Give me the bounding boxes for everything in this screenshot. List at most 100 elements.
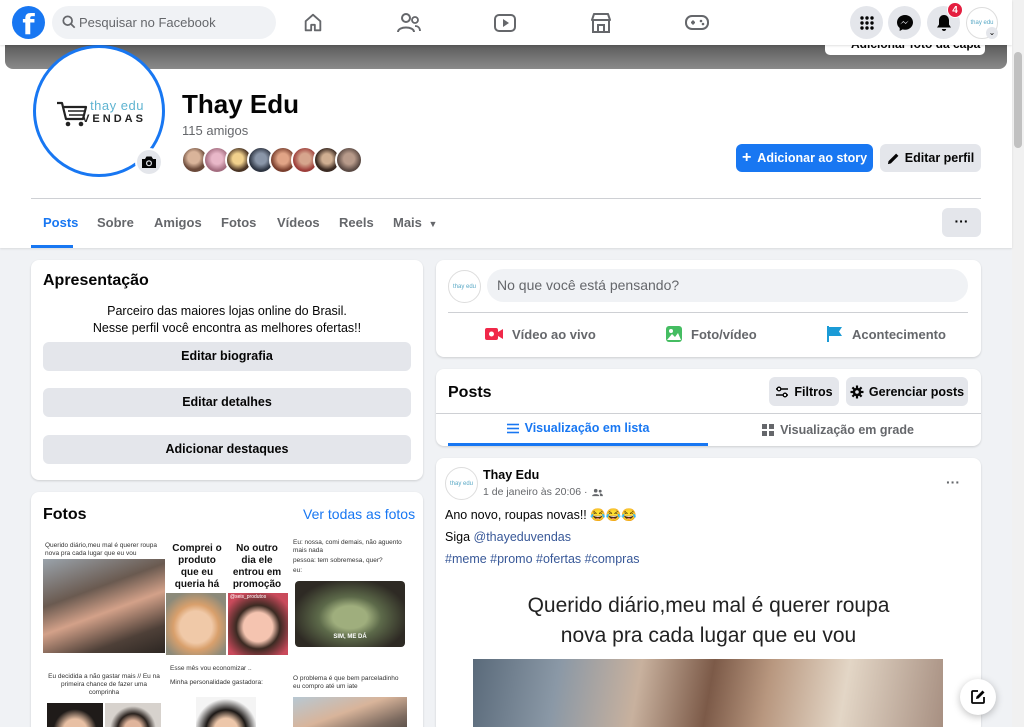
search-icon [62,15,76,29]
messenger-icon[interactable] [888,6,921,39]
sliders-icon [776,386,789,397]
bio-line: Nesse perfil você encontra as melhores o… [92,321,362,335]
profile-more-options-button[interactable]: ··· [942,208,981,237]
grid-view-tab[interactable]: Visualização em grade [708,413,968,446]
brand-name: thay edu [90,97,144,113]
tab-photos[interactable]: Fotos [221,202,256,248]
manage-posts-button[interactable]: Gerenciar posts [846,377,968,406]
tab-friends[interactable]: Amigos [154,202,202,248]
new-message-button[interactable] [960,679,996,715]
photo-caption: pessoa: tem sobremesa, quer? [293,557,383,564]
brand-tagline: VENDAS [82,112,146,125]
filters-label: Filtros [794,384,833,399]
post-timestamp[interactable]: 1 de janeiro às 20:06 · [483,486,588,498]
add-to-story-label: Adicionar ao story [757,151,868,165]
whats-on-your-mind-input[interactable]: No que você está pensando? [487,269,968,302]
notifications-button[interactable]: 4 [927,2,963,39]
cover-photo: Adicionar foto da capa [5,35,1007,69]
photo-thumbnail[interactable]: Eu: nossa, comi demais, não aguento mais… [289,537,411,659]
add-highlights-button[interactable]: Adicionar destaques [43,435,411,464]
composer-avatar[interactable]: thay edu [448,270,481,303]
intro-bio: Parceiro das maiores lojas online do Bra… [31,303,423,337]
photos-title: Fotos [43,506,87,523]
life-event-button[interactable]: Acontecimento [826,323,946,345]
post-hashtags[interactable]: #meme #promo #ofertas #compras [445,552,640,566]
post-author-name[interactable]: Thay Edu [483,468,539,482]
photo-image [105,703,161,727]
page-scrollbar[interactable] [1012,0,1024,727]
photo-image [43,559,165,653]
composer-card: thay edu No que você está pensando? Víde… [436,260,981,357]
edit-profile-button[interactable]: Editar perfil [880,144,981,172]
photo-image [166,593,226,655]
notification-badge: 4 [947,2,963,18]
intro-card: Apresentação Parceiro das maiores lojas … [31,260,423,480]
life-event-label: Acontecimento [852,326,946,342]
friends-icon[interactable] [394,8,424,38]
facebook-logo[interactable]: f [12,6,45,39]
photo-caption: O problema é que bem parceladinho eu com… [293,675,399,690]
top-navigation-bar: f 4 thay edu ⌄ [0,0,1012,45]
gaming-icon[interactable] [682,8,712,38]
photo-thumbnail[interactable]: Esse mês vou economizar .. Minha persona… [166,661,288,727]
tab-reels[interactable]: Reels [339,202,374,248]
bio-line: Parceiro das maiores lojas online do Bra… [107,304,347,318]
tab-posts[interactable]: Posts [31,202,78,248]
search-box[interactable] [52,6,276,39]
post-author-avatar[interactable]: thay edu [445,467,478,500]
photo-caption: Querido diário,meu mal é querer roupa no… [45,542,158,557]
photo-thumbnail[interactable]: Querido diário,meu mal é querer roupa no… [43,537,165,659]
camera-icon [142,156,156,168]
photo-image [293,697,407,727]
mention-link[interactable]: @thayeduvendas [474,530,571,544]
tab-more[interactable]: Mais ▼ [393,202,437,248]
list-view-label: Visualização em lista [524,421,650,435]
edit-bio-button[interactable]: Editar biografia [43,342,411,371]
live-video-icon [485,328,503,340]
account-avatar[interactable]: thay edu ⌄ [966,7,998,39]
tab-videos[interactable]: Vídeos [277,202,320,248]
photos-card: Fotos Ver todas as fotos Querido diário,… [31,492,423,727]
live-video-label: Vídeo ao vivo [512,326,596,342]
post-text-line: Ano novo, roupas novas!! 😂😂😂 [445,508,637,522]
post-image[interactable]: Querido diário,meu mal é querer roupa no… [436,582,981,727]
update-profile-picture-button[interactable] [135,148,163,176]
meme-photo [473,659,943,727]
photo-icon [666,326,682,342]
post-text-line: Siga @thayeduvendas [445,530,571,544]
compose-icon [971,690,985,704]
tab-about[interactable]: Sobre [97,202,134,248]
photo-thumbnail[interactable]: Comprei o produto que eu queria há meses… [166,537,288,659]
add-to-story-button[interactable]: + Adicionar ao story [736,144,873,172]
photo-thumbnail[interactable]: Eu decidida a não gastar mais // Eu na p… [43,661,165,727]
post-options-button[interactable]: ··· [946,474,960,490]
pencil-icon [887,153,899,164]
friend-avatar[interactable] [335,146,363,174]
scrollbar-thumb[interactable] [1014,52,1022,148]
marketplace-icon[interactable] [586,8,616,38]
profile-name: Thay Edu [182,89,300,119]
menu-grid-icon[interactable] [850,6,883,39]
photo-image [228,593,288,655]
home-icon[interactable] [298,8,328,38]
account-avatar-label: thay edu [970,20,994,26]
photo-caption: @seis_produtos [230,594,267,600]
search-input[interactable] [79,6,269,39]
manage-posts-label: Gerenciar posts [868,384,965,399]
photo-caption: Minha personalidade gastadora: [170,679,263,686]
photo-caption: Esse mês vou economizar .. [170,665,252,672]
watch-icon[interactable] [490,8,520,38]
see-all-photos-link[interactable]: Ver todas as fotos [303,506,415,522]
photo-video-button[interactable]: Foto/vídeo [665,323,757,345]
edit-details-button[interactable]: Editar detalhes [43,388,411,417]
photo-caption: No outro dia ele entrou em promoção [232,543,282,590]
list-view-tab[interactable]: Visualização em lista [448,413,708,446]
friends-count[interactable]: 115 amigos [182,123,248,138]
photo-video-label: Foto/vídeo [691,326,757,342]
live-video-button[interactable]: Vídeo ao vivo [484,323,596,345]
post-card: thay edu Thay Edu 1 de janeiro às 20:06 … [436,458,981,727]
photo-thumbnail[interactable]: O problema é que bem parceladinho eu com… [289,661,411,727]
friends-audience-icon [591,488,603,496]
photo-caption: eu: [293,567,303,574]
filters-button[interactable]: Filtros [769,377,839,406]
